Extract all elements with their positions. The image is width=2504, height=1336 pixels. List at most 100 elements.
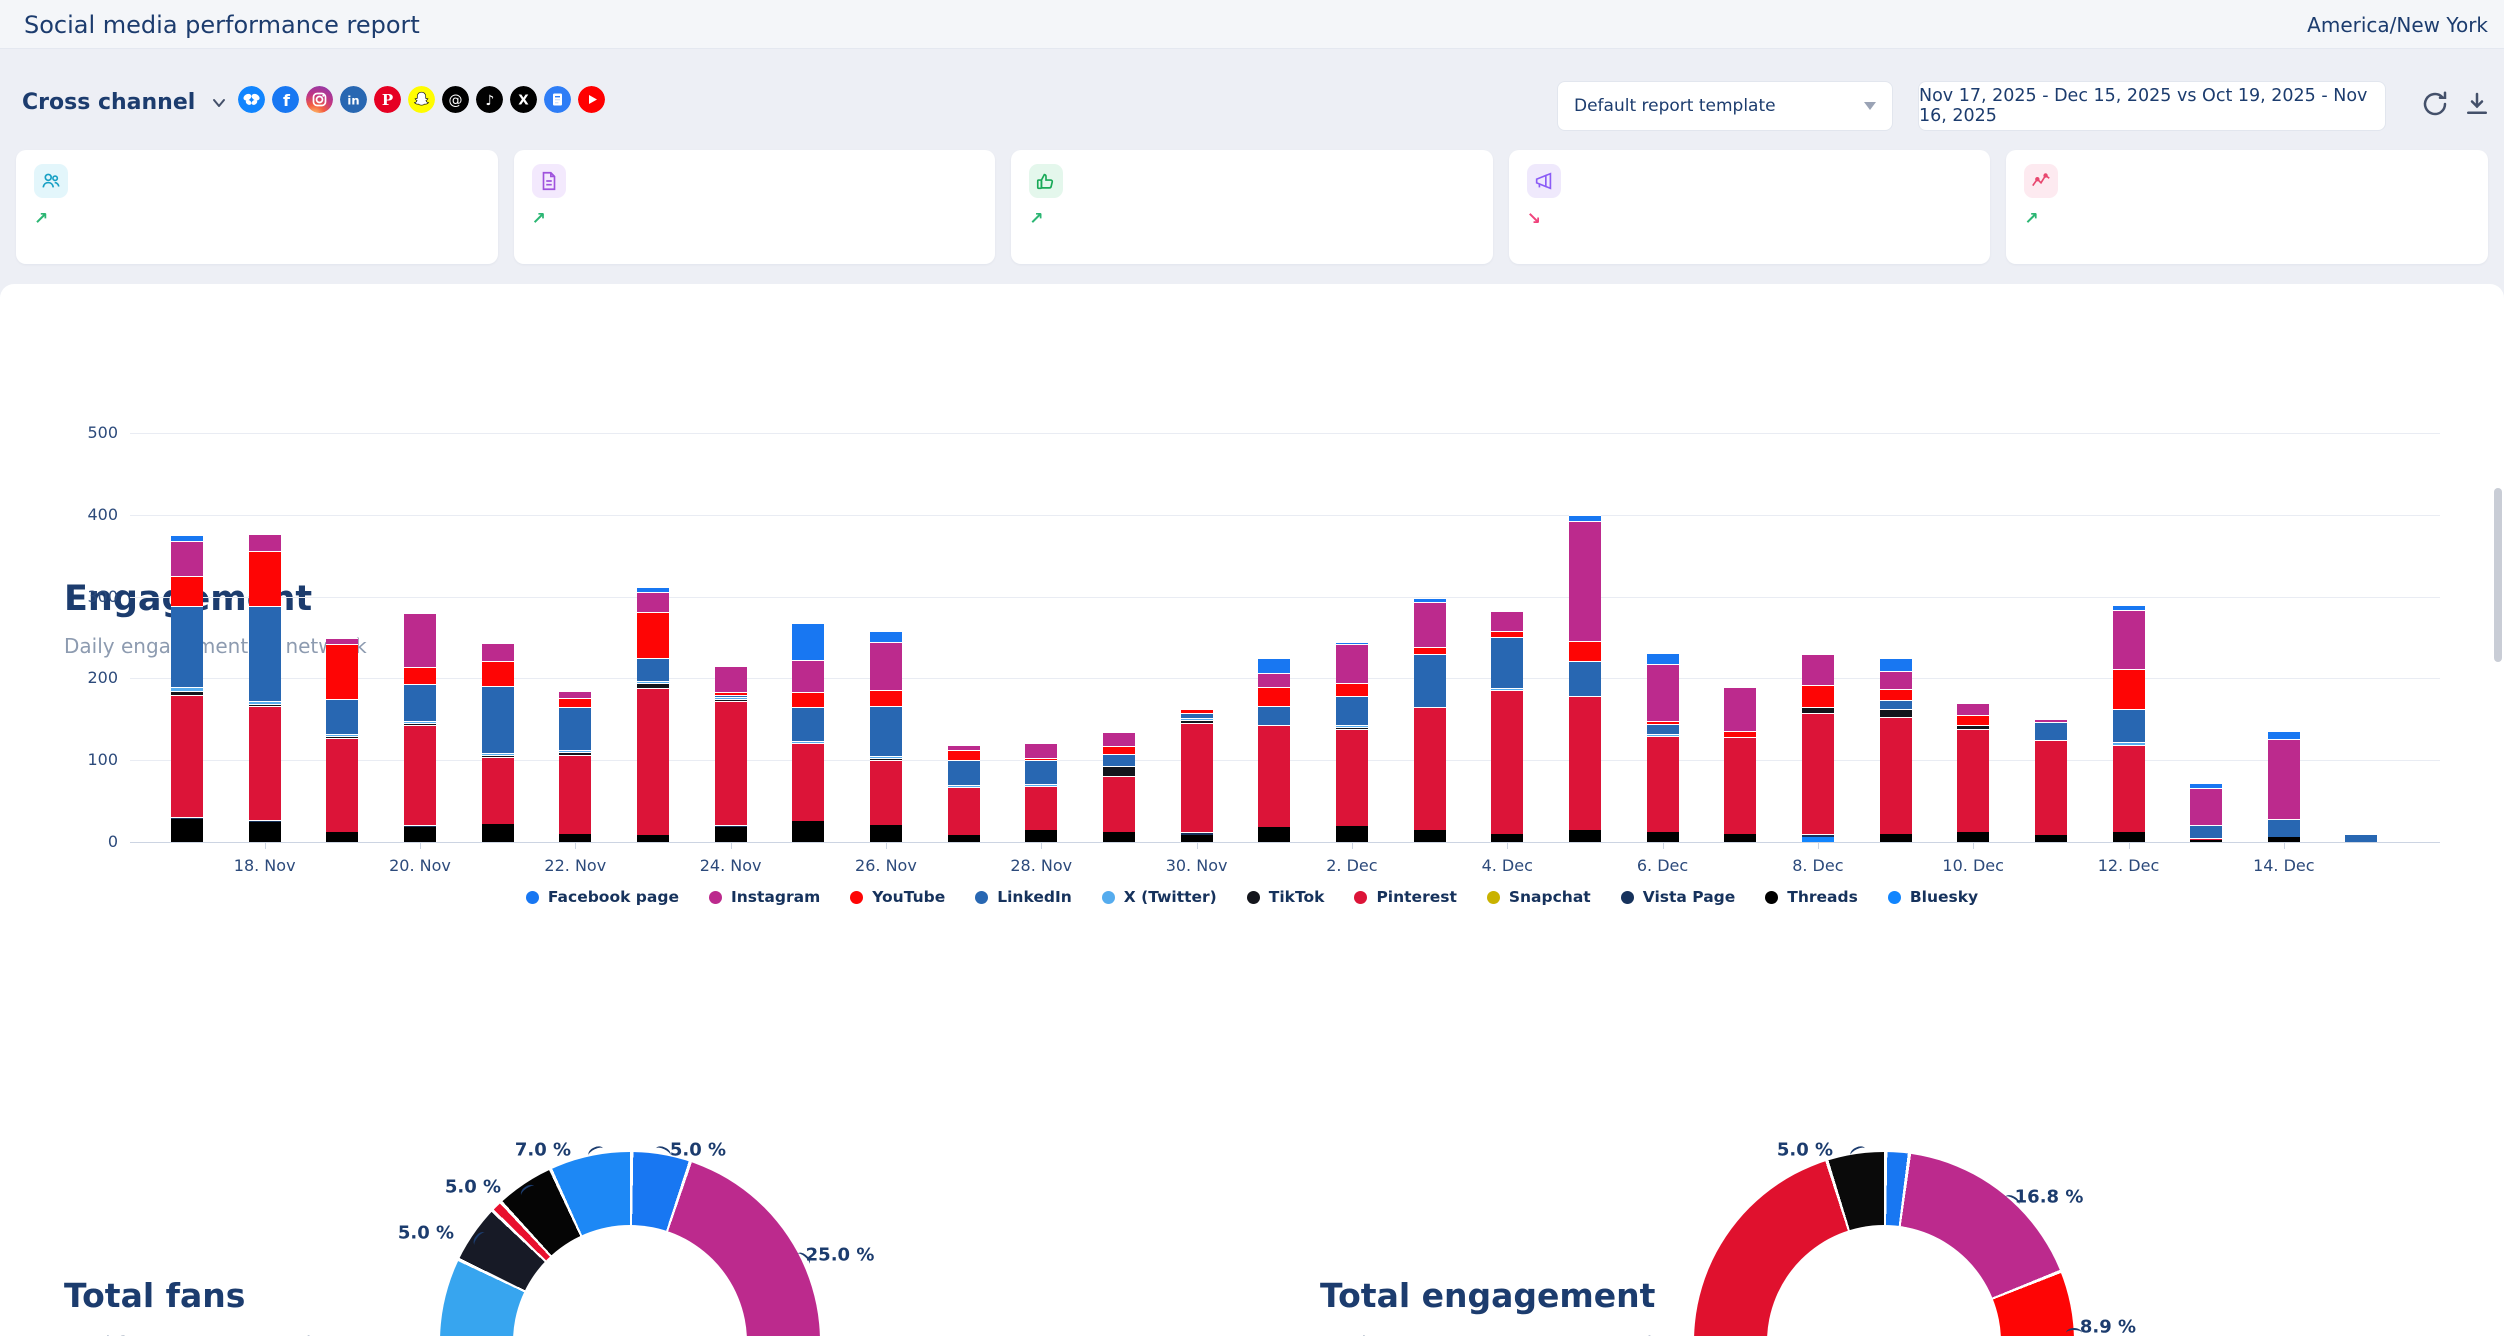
date-range-value: Nov 17, 2025 - Dec 15, 2025 vs Oct 19, 2… bbox=[1919, 86, 2385, 126]
bar-segment bbox=[1025, 760, 1057, 784]
bar-segment bbox=[870, 631, 902, 642]
legend-item-youtube[interactable]: YouTube bbox=[850, 888, 945, 906]
followers-icon bbox=[34, 164, 68, 198]
bar-segment bbox=[637, 658, 669, 681]
bar-segment bbox=[1258, 706, 1290, 725]
bar-segment bbox=[1103, 776, 1135, 832]
cross-channel-selector[interactable]: Cross channel bbox=[22, 90, 229, 115]
x-axis-tick bbox=[420, 842, 421, 849]
threads-icon[interactable]: @ bbox=[442, 86, 469, 113]
stacked-bar-2-dec bbox=[1336, 642, 1368, 842]
chart-legend: Facebook page Instagram YouTube LinkedIn… bbox=[0, 888, 2504, 906]
pinterest-icon[interactable]: P bbox=[374, 86, 401, 113]
chevron-down-icon bbox=[209, 93, 229, 113]
bar-segment bbox=[1103, 766, 1135, 776]
bar-segment bbox=[1025, 743, 1057, 758]
bar-segment bbox=[792, 692, 824, 707]
x-axis-label: 26. Nov bbox=[855, 856, 917, 875]
tiktok-icon[interactable]: ♪ bbox=[476, 86, 503, 113]
legend-item-x-twitter[interactable]: X (Twitter) bbox=[1102, 888, 1217, 906]
x-twitter-icon[interactable]: X bbox=[510, 86, 537, 113]
y-gridline bbox=[130, 433, 2440, 434]
download-icon[interactable] bbox=[2462, 89, 2492, 119]
bar-segment bbox=[1414, 654, 1446, 707]
report-template-select[interactable]: Default report template bbox=[1557, 81, 1893, 131]
stacked-bar-19-nov bbox=[326, 638, 358, 842]
donut-slice-label-bluesky: 7.0 % bbox=[515, 1140, 571, 1161]
bar-segment bbox=[1724, 687, 1756, 731]
bar-segment bbox=[1880, 709, 1912, 716]
kpi-card-posts: ↗ bbox=[514, 150, 996, 264]
vertical-scrollbar[interactable] bbox=[2494, 488, 2502, 662]
linkedin-icon[interactable]: in bbox=[340, 86, 367, 113]
stacked-bar-3-dec bbox=[1414, 598, 1446, 842]
bar-segment bbox=[1569, 521, 1601, 641]
bar-segment bbox=[1258, 725, 1290, 827]
bar-segment bbox=[482, 757, 514, 824]
bar-segment bbox=[404, 667, 436, 683]
trend-arrow-icon: ↗ bbox=[1029, 209, 1043, 229]
bar-segment bbox=[482, 686, 514, 753]
legend-dot bbox=[1487, 891, 1500, 904]
legend-item-linkedin[interactable]: LinkedIn bbox=[975, 888, 1072, 906]
bar-segment bbox=[1880, 689, 1912, 700]
x-axis-tick bbox=[1197, 842, 1198, 849]
x-axis-label: 2. Dec bbox=[1326, 856, 1377, 875]
bar-segment bbox=[404, 613, 436, 668]
bar-segment bbox=[948, 760, 980, 785]
y-gridline bbox=[130, 842, 2440, 843]
stacked-bar-24-nov bbox=[715, 666, 747, 842]
x-axis-label: 18. Nov bbox=[234, 856, 296, 875]
legend-item-pinterest[interactable]: Pinterest bbox=[1354, 888, 1456, 906]
y-axis-label: 0 bbox=[58, 832, 118, 851]
bar-segment bbox=[715, 701, 747, 825]
bar-segment bbox=[1103, 746, 1135, 754]
x-axis-tick bbox=[1507, 842, 1508, 849]
x-axis-label: 14. Dec bbox=[2253, 856, 2315, 875]
trend-arrow-icon: ↘ bbox=[1527, 209, 1541, 229]
refresh-icon[interactable] bbox=[2420, 89, 2450, 119]
bar-segment bbox=[171, 576, 203, 605]
x-axis-label: 4. Dec bbox=[1482, 856, 1533, 875]
date-range-picker[interactable]: Nov 17, 2025 - Dec 15, 2025 vs Oct 19, 2… bbox=[1918, 81, 2386, 131]
legend-item-instagram[interactable]: Instagram bbox=[709, 888, 820, 906]
bar-segment bbox=[2113, 709, 2145, 742]
bar-segment bbox=[870, 706, 902, 756]
stacked-bar-14-dec bbox=[2268, 731, 2300, 842]
bar-segment bbox=[1181, 723, 1213, 832]
legend-item-snapchat[interactable]: Snapchat bbox=[1487, 888, 1591, 906]
legend-item-bluesky[interactable]: Bluesky bbox=[1888, 888, 1978, 906]
bar-segment bbox=[1802, 713, 1834, 834]
vista-page-icon[interactable] bbox=[544, 86, 571, 113]
facebook-icon[interactable]: f bbox=[272, 86, 299, 113]
bar-segment bbox=[1724, 737, 1756, 834]
snapchat-icon[interactable] bbox=[408, 86, 435, 113]
stacked-bar-13-dec bbox=[2190, 783, 2222, 842]
bar-segment bbox=[1103, 732, 1135, 746]
bar-segment bbox=[2113, 832, 2145, 842]
stacked-bar-17-nov bbox=[171, 535, 203, 842]
bar-segment bbox=[1103, 754, 1135, 765]
bar-segment bbox=[2268, 739, 2300, 819]
posts-icon bbox=[532, 164, 566, 198]
legend-label: Threads bbox=[1787, 888, 1858, 906]
legend-label: Vista Page bbox=[1643, 888, 1736, 906]
bar-segment bbox=[1802, 654, 1834, 685]
y-axis-label: 500 bbox=[58, 423, 118, 442]
youtube-icon[interactable] bbox=[578, 86, 605, 113]
bar-segment bbox=[249, 551, 281, 606]
bluesky-icon[interactable] bbox=[238, 86, 265, 113]
stacked-bar-10-dec bbox=[1957, 703, 1989, 842]
stacked-bar-22-nov bbox=[559, 691, 591, 842]
bar-segment bbox=[1491, 690, 1523, 834]
legend-item-facebook-page[interactable]: Facebook page bbox=[526, 888, 679, 906]
x-axis-label: 24. Nov bbox=[700, 856, 762, 875]
legend-item-vista-page[interactable]: Vista Page bbox=[1621, 888, 1736, 906]
instagram-icon[interactable] bbox=[306, 86, 333, 113]
impressions-icon bbox=[2024, 164, 2058, 198]
bar-segment bbox=[792, 660, 824, 693]
legend-item-threads[interactable]: Threads bbox=[1765, 888, 1858, 906]
svg-text:in: in bbox=[347, 94, 359, 108]
bar-segment bbox=[249, 534, 281, 551]
legend-item-tiktok[interactable]: TikTok bbox=[1247, 888, 1325, 906]
